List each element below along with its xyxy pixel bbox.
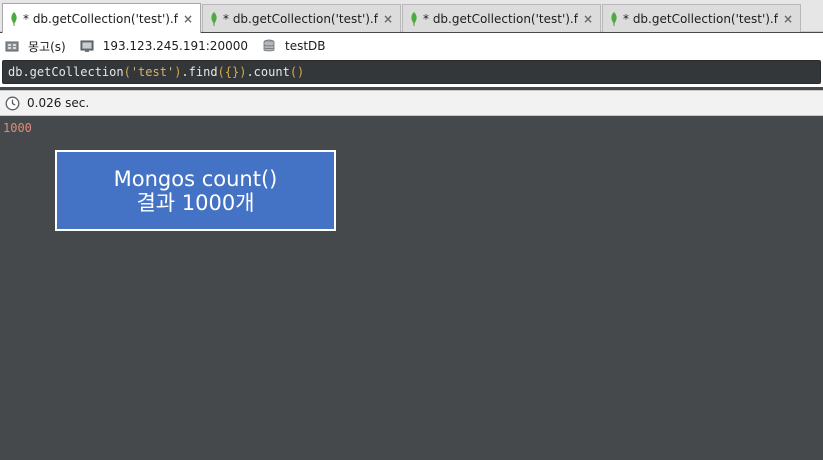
query-string-token: 'test'	[130, 65, 175, 79]
callout-line-1: Mongos count()	[113, 166, 278, 191]
tab-label: * db.getCollection('test').f⋯	[223, 11, 378, 26]
query-token: ({})	[217, 65, 247, 79]
monitor-icon	[80, 39, 94, 53]
tab-label: * db.getCollection('test').f⋯	[423, 11, 578, 26]
query-editor-container: db.getCollection('test').find({}).count(…	[0, 59, 823, 87]
database-icon	[262, 39, 276, 53]
elapsed-time: 0.026 sec.	[27, 96, 90, 110]
tab-label: * db.getCollection('test').fi⋯	[623, 11, 778, 26]
clock-icon	[5, 96, 20, 111]
query-token: db.getCollection	[8, 65, 124, 79]
tab-query-2[interactable]: * db.getCollection('test').f⋯ ×	[202, 4, 401, 32]
tab-query-1[interactable]: * db.getCollection('test').fi⋯ ×	[2, 3, 201, 33]
close-icon[interactable]: ×	[182, 13, 194, 25]
connection-name-text: 몽고(s)	[28, 39, 66, 54]
mongodb-leaf-icon	[10, 11, 18, 26]
execution-status-bar: 0.026 sec.	[0, 90, 823, 116]
close-icon[interactable]: ×	[782, 13, 794, 25]
result-value: 1000	[3, 121, 32, 135]
callout-line-2: 결과 1000개	[136, 190, 255, 215]
connection-info-bar: 몽고(s) 193.123.245.191:20000 testDB	[0, 33, 823, 59]
server-address-text: 193.123.245.191:20000	[102, 39, 248, 53]
mongodb-leaf-icon	[610, 11, 618, 26]
database-name-text: testDB	[284, 39, 326, 53]
annotation-callout: Mongos count() 결과 1000개	[55, 150, 336, 231]
mongodb-leaf-icon	[210, 11, 218, 26]
mongodb-leaf-icon	[410, 11, 418, 26]
query-token: (	[123, 65, 131, 79]
tab-bar: * db.getCollection('test').fi⋯ × * db.ge…	[0, 0, 823, 33]
database-name: testDB	[262, 39, 326, 53]
tab-query-4[interactable]: * db.getCollection('test').fi⋯ ×	[602, 4, 801, 32]
query-token: ()	[289, 65, 305, 79]
query-token: .count	[246, 65, 290, 79]
close-icon[interactable]: ×	[582, 13, 594, 25]
connection-name: 몽고(s)	[5, 38, 66, 55]
close-icon[interactable]: ×	[382, 13, 394, 25]
query-editor[interactable]: db.getCollection('test').find({}).count(…	[2, 60, 821, 84]
server-address: 193.123.245.191:20000	[80, 39, 248, 53]
query-token: .find	[181, 65, 218, 79]
tab-query-3[interactable]: * db.getCollection('test').f⋯ ×	[402, 4, 601, 32]
tab-label: * db.getCollection('test').fi⋯	[23, 11, 178, 26]
server-grid-icon	[5, 39, 19, 53]
